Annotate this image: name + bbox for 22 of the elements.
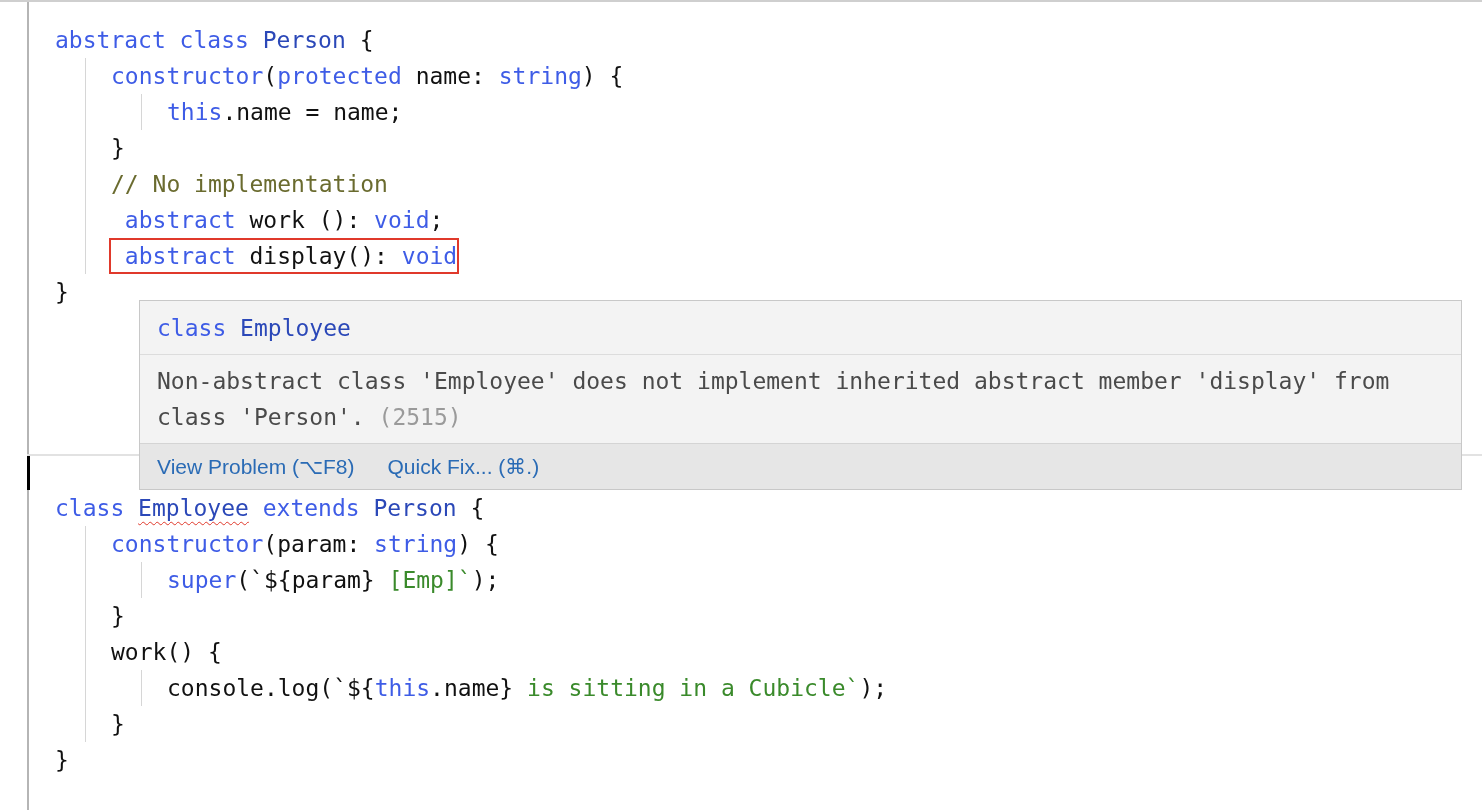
hover-action-link[interactable]: Quick Fix... (⌘.) (387, 454, 540, 479)
code-line: } (111, 134, 125, 163)
code-line: constructor(protected name: string) { (111, 62, 624, 91)
hover-action-link[interactable]: View Problem (⌥F8) (157, 454, 355, 479)
code-line: this.name = name; (167, 98, 403, 127)
code-line: } (55, 278, 69, 307)
code-line: } (111, 602, 125, 631)
hover-signature: class Employee (140, 301, 1461, 355)
code-line: } (55, 746, 69, 775)
text-cursor (27, 456, 30, 490)
code-line: console.log(`${this.name} is sitting in a Cubicle`); (167, 674, 888, 703)
code-line: abstract class Person { (55, 26, 374, 55)
error-message: Non-abstract class 'Employee' does not implement inherited abstract member 'display' from class 'Person'. (2515) (157, 368, 1390, 430)
highlighted-code-line: abstract display(): void (111, 240, 458, 272)
code-line: constructor(param: string) { (111, 530, 499, 559)
code-line: } (111, 710, 125, 739)
code-line: abstract work (): void; (123, 206, 444, 235)
code-line: class Employee extends Person { (55, 494, 485, 523)
code-line: work() { (111, 638, 222, 667)
code-line: super(`${param} [Emp]`); (167, 566, 500, 595)
code-line: // No implementation (111, 170, 388, 199)
code-editor[interactable] (0, 0, 1482, 810)
